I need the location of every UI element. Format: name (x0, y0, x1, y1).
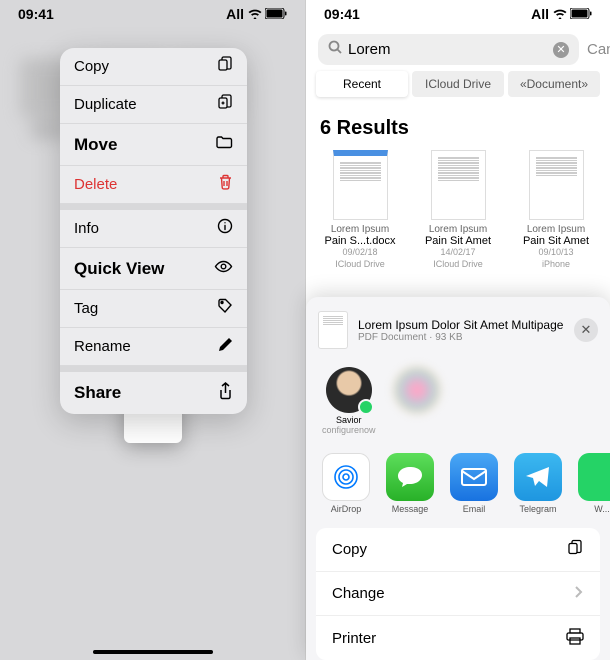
close-share-button[interactable]: ✕ (574, 318, 598, 342)
folder-icon (216, 135, 233, 154)
menu-duplicate[interactable]: Duplicate (60, 86, 247, 124)
search-input[interactable] (348, 41, 547, 58)
status-carrier: All (226, 6, 244, 22)
status-bar: 09:41 All (306, 0, 610, 28)
whatsapp-icon (578, 453, 610, 501)
whatsapp-badge-icon (358, 399, 374, 415)
results-grid: Lorem Ipsum Pain S...t.docx 09/02/18 ICl… (306, 150, 610, 270)
trash-icon (218, 174, 233, 195)
tag-icon (217, 298, 233, 319)
left-screen: 09:41 All Copy Du (0, 0, 305, 660)
app-whatsapp[interactable]: W... (576, 453, 610, 514)
context-menu: Copy Duplicate Move Delete Info (60, 48, 247, 414)
menu-rename[interactable]: Rename (60, 328, 247, 366)
eye-icon (214, 260, 233, 278)
scope-tab-document[interactable]: «Document» (508, 71, 600, 97)
avatar (394, 367, 440, 413)
scope-tab-icloud[interactable]: ICloud Drive (412, 71, 504, 97)
copy-icon (567, 539, 584, 560)
result-thumbnail (333, 150, 388, 220)
status-carrier: All (531, 6, 549, 22)
wifi-icon (553, 6, 567, 22)
pencil-icon (218, 337, 233, 357)
action-change[interactable]: Change (316, 572, 600, 616)
menu-copy[interactable]: Copy (60, 48, 247, 86)
status-time: 09:41 (324, 6, 360, 22)
share-icon (218, 382, 233, 405)
search-field[interactable]: ✕ (318, 34, 579, 65)
people-row: Savior configurenow (306, 361, 610, 447)
share-sheet: Lorem Ipsum Dolor Sit Amet Multipage PDF… (306, 297, 610, 660)
menu-move[interactable]: Move (60, 124, 247, 166)
app-mail[interactable]: Email (448, 453, 500, 514)
share-actions: Copy Change Printer (316, 528, 600, 660)
share-contact[interactable]: Savior configurenow (322, 367, 376, 435)
apps-row: AirDrop Message Email Telegram (306, 447, 610, 528)
share-contact-blurred[interactable] (394, 367, 440, 435)
results-header: 6 Results (306, 105, 610, 150)
info-icon (217, 218, 233, 239)
mail-icon (450, 453, 498, 501)
clear-search-button[interactable]: ✕ (553, 42, 569, 58)
battery-icon (265, 6, 287, 22)
right-screen: 09:41 All ✕ Cancel Recent ICloud Drive (305, 0, 610, 660)
status-time: 09:41 (18, 6, 54, 22)
share-title: Lorem Ipsum Dolor Sit Amet Multipage PDF… (358, 318, 564, 343)
airdrop-icon (322, 453, 370, 501)
printer-icon (566, 628, 584, 649)
avatar (326, 367, 372, 413)
app-airdrop[interactable]: AirDrop (320, 453, 372, 514)
menu-delete[interactable]: Delete (60, 166, 247, 204)
share-document-thumbnail (318, 311, 348, 349)
cancel-search-button[interactable]: Cancel (587, 41, 610, 58)
status-bar: 09:41 All (0, 0, 305, 28)
result-thumbnail (529, 150, 584, 220)
share-header: Lorem Ipsum Dolor Sit Amet Multipage PDF… (306, 307, 610, 361)
wifi-icon (248, 6, 262, 22)
duplicate-icon (217, 94, 233, 115)
app-message[interactable]: Message (384, 453, 436, 514)
menu-tag[interactable]: Tag (60, 290, 247, 328)
scope-tab-recent[interactable]: Recent (316, 71, 408, 97)
result-thumbnail (431, 150, 486, 220)
menu-quickview[interactable]: Quick View (60, 248, 247, 290)
copy-icon (217, 56, 233, 77)
home-indicator[interactable] (93, 650, 213, 654)
telegram-icon (514, 453, 562, 501)
app-telegram[interactable]: Telegram (512, 453, 564, 514)
message-icon (386, 453, 434, 501)
result-item[interactable]: Lorem Ipsum Pain Sit Amet 09/10/13 iPhon… (512, 150, 600, 270)
search-icon (328, 40, 342, 59)
scope-tabs: Recent ICloud Drive «Document» (306, 71, 610, 105)
result-item[interactable]: Lorem Ipsum Pain Sit Amet 14/02/17 IClou… (414, 150, 502, 270)
menu-info[interactable]: Info (60, 210, 247, 248)
search-bar: ✕ Cancel (306, 28, 610, 71)
result-item[interactable]: Lorem Ipsum Pain S...t.docx 09/02/18 ICl… (316, 150, 404, 270)
battery-icon (570, 6, 592, 22)
action-copy[interactable]: Copy (316, 528, 600, 572)
menu-share[interactable]: Share (60, 372, 247, 414)
chevron-right-icon (574, 585, 584, 603)
action-printer[interactable]: Printer (316, 616, 600, 660)
